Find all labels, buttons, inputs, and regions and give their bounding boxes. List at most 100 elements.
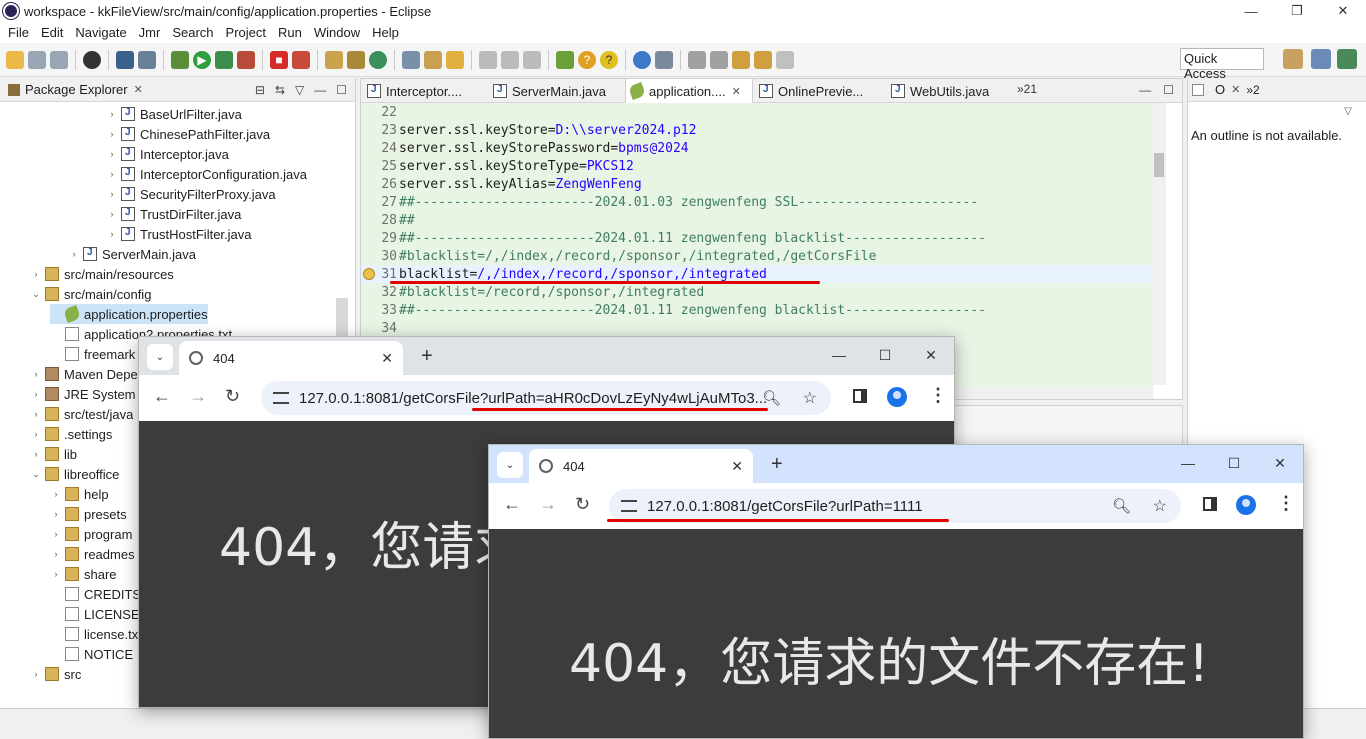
tree-item[interactable]: › readmes [50,544,135,564]
tree-item[interactable]: › src/main/resources [30,264,174,284]
open-perspective-icon[interactable] [1283,49,1303,69]
view-menu-icon[interactable]: ▽ [1344,106,1352,117]
reload-icon[interactable]: ↻ [575,494,590,515]
tree-item[interactable]: LICENSE. [50,604,143,624]
tree-item[interactable]: › TrustHostFilter.java [106,224,252,244]
expand-arrow-icon[interactable]: › [106,229,118,239]
quick-fix-lightbulb-icon[interactable] [363,268,375,280]
code-line[interactable]: 32 #blacklist=/record,/sponsor,/integrate… [361,283,1153,301]
new-package-icon[interactable] [347,50,365,69]
menu-run[interactable]: Run [272,25,308,40]
tree-item[interactable]: ⌄ libreoffice [30,464,119,484]
show-whitespace-icon[interactable] [523,50,541,69]
code-line[interactable]: 26 server.ssl.keyAlias= ZengWenFeng [361,175,1153,193]
minimize-icon[interactable]: — [816,337,862,373]
expand-arrow-icon[interactable]: › [106,149,118,159]
maximize-view-icon[interactable]: ☐ [336,83,347,97]
address-url[interactable]: 127.0.0.1:8081/getCorsFile?urlPath=aHR0c… [299,390,767,407]
tree-item[interactable]: › ChinesePathFilter.java [106,124,271,144]
globe-icon[interactable] [633,50,651,69]
debug-icon[interactable] [171,50,189,69]
new-class-icon[interactable] [369,50,387,69]
tree-item[interactable]: ⌄ src/main/config [30,284,151,304]
expand-arrow-icon[interactable]: › [30,409,42,419]
code-line[interactable]: 24 server.ssl.keyStorePassword= bpms@2024 [361,139,1153,157]
maximize-icon[interactable]: ☐ [862,337,908,373]
tree-item[interactable]: › SecurityFilterProxy.java [106,184,276,204]
more-menu-icon[interactable]: ⋮ [929,385,947,406]
forward-icon[interactable]: → [539,494,557,515]
coverage-icon[interactable] [215,50,233,69]
editor-vertical-scrollbar[interactable] [1152,103,1166,385]
target-icon[interactable] [83,50,101,69]
code-line[interactable]: 25 server.ssl.keyStoreType= PKCS12 [361,157,1153,175]
tab-overflow-button[interactable]: »21 [1017,82,1037,96]
expand-arrow-icon[interactable]: › [68,249,80,259]
more-menu-icon[interactable]: ⋮ [1277,493,1295,514]
expand-arrow-icon[interactable]: › [50,489,62,499]
browser-tab[interactable]: 404 ✕ [179,341,403,375]
tab-application-properties[interactable]: application.... ✕ [625,79,753,103]
maximize-view-icon[interactable]: ☐ [1163,83,1174,97]
code-line[interactable]: 22 [361,103,1153,121]
bookmark-star-icon[interactable]: ☆ [803,388,817,408]
code-line[interactable]: 23 server.ssl.keyStore= D:\\server2024.p12 [361,121,1153,139]
new-tab-button[interactable]: + [771,453,783,476]
tree-item[interactable]: › ServerMain.java [68,244,196,264]
close-icon[interactable]: ✕ [1257,445,1303,481]
help-contents-icon[interactable]: ? [600,50,618,69]
java-ee-perspective-icon[interactable] [1311,49,1331,69]
expand-arrow-icon[interactable]: › [50,529,62,539]
address-url[interactable]: 127.0.0.1:8081/getCorsFile?urlPath=1111 [647,498,923,515]
tree-item[interactable]: › .settings [30,424,113,444]
close-tab-icon[interactable]: ✕ [731,458,743,475]
tab-servermain[interactable]: ServerMain.java [489,79,623,103]
tree-item[interactable]: › Interceptor.java [106,144,229,164]
pin-icon[interactable] [655,50,673,69]
menu-file[interactable]: File [2,25,35,40]
forward-icon[interactable] [776,50,794,69]
address-bar[interactable]: 127.0.0.1:8081/getCorsFile?urlPath=1111 … [609,489,1181,523]
last-edit-icon[interactable] [732,50,750,69]
back-icon[interactable] [754,50,772,69]
menu-help[interactable]: Help [366,25,405,40]
tree-item[interactable]: NOTICE [50,644,133,664]
tree-item[interactable]: CREDITS. [50,584,145,604]
tree-item[interactable]: › presets [50,504,127,524]
expand-arrow-icon[interactable]: › [30,269,42,279]
code-line[interactable]: 34 [361,319,1153,337]
run-icon[interactable]: ▶ [193,50,211,69]
expand-arrow-icon[interactable]: › [50,509,62,519]
menu-navigate[interactable]: Navigate [69,25,132,40]
tab-webutils[interactable]: WebUtils.java [887,79,1015,103]
minimize-icon[interactable]: — [1228,0,1274,22]
tree-item[interactable]: › TrustDirFilter.java [106,204,242,224]
tree-item[interactable]: › lib [30,444,78,464]
tree-item[interactable]: › share [50,564,117,584]
close-tab-icon[interactable]: ✕ [732,85,741,98]
tree-item[interactable]: › program [50,524,133,544]
new-icon[interactable] [6,50,24,69]
link-with-editor-icon[interactable]: ⇆ [275,83,285,97]
new-tab-button[interactable]: + [421,345,433,368]
new-java-project-icon[interactable] [325,50,343,69]
tree-item[interactable]: application.properties [50,304,208,324]
expand-arrow-icon[interactable]: › [30,429,42,439]
open-type-icon[interactable] [402,50,420,69]
tree-item[interactable]: › BaseUrlFilter.java [106,104,242,124]
menu-jmr[interactable]: Jmr [133,25,167,40]
server-icon[interactable] [292,50,310,69]
external-tools-icon[interactable] [237,50,255,69]
menu-project[interactable]: Project [220,25,272,40]
expand-arrow-icon[interactable]: › [50,549,62,559]
plugin-icon[interactable] [556,50,574,69]
expand-arrow-icon[interactable]: › [106,209,118,219]
tree-item[interactable]: › JRE System L [30,384,147,404]
close-icon[interactable]: ✕ [134,83,143,96]
side-panel-icon[interactable] [853,389,867,403]
code-line[interactable]: 27 ##-----------------------2024.01.03 ze… [361,193,1153,211]
code-line[interactable]: 33 ##-----------------------2024.01.11 ze… [361,301,1153,319]
scrollbar-thumb[interactable] [1154,153,1164,177]
menu-window[interactable]: Window [308,25,366,40]
profile-avatar-icon[interactable] [1236,495,1256,515]
